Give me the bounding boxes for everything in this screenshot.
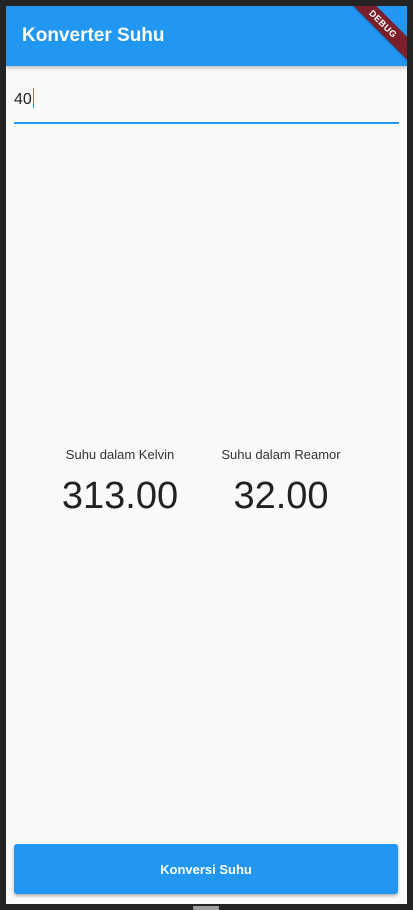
kelvin-result: Suhu dalam Kelvin 313.00 [40, 446, 200, 518]
reamor-value: 32.00 [233, 475, 329, 517]
reamor-label: Suhu dalam Reamor [221, 447, 341, 462]
app-title: Konverter Suhu [22, 25, 165, 46]
temperature-input-text: 40 [14, 91, 32, 108]
device-frame: Konverter Suhu DEBUG 40 Suhu dalam Kelvi… [0, 0, 413, 910]
kelvin-label: Suhu dalam Kelvin [65, 447, 175, 462]
text-caret [32, 88, 35, 108]
kelvin-value: 313.00 [61, 475, 179, 517]
temperature-input[interactable]: 40 [14, 80, 399, 124]
app-screen: Konverter Suhu DEBUG 40 Suhu dalam Kelvi… [6, 6, 407, 904]
reamor-result: Suhu dalam Reamor 32.00 [201, 446, 361, 518]
convert-button[interactable]: Konversi Suhu [14, 844, 398, 894]
temperature-input-value[interactable]: 40 [14, 88, 35, 109]
navigation-handle[interactable] [193, 906, 219, 910]
app-bar: Konverter Suhu [6, 6, 407, 66]
results-row: Suhu dalam Kelvin 313.00 Suhu dalam Ream… [6, 446, 407, 526]
